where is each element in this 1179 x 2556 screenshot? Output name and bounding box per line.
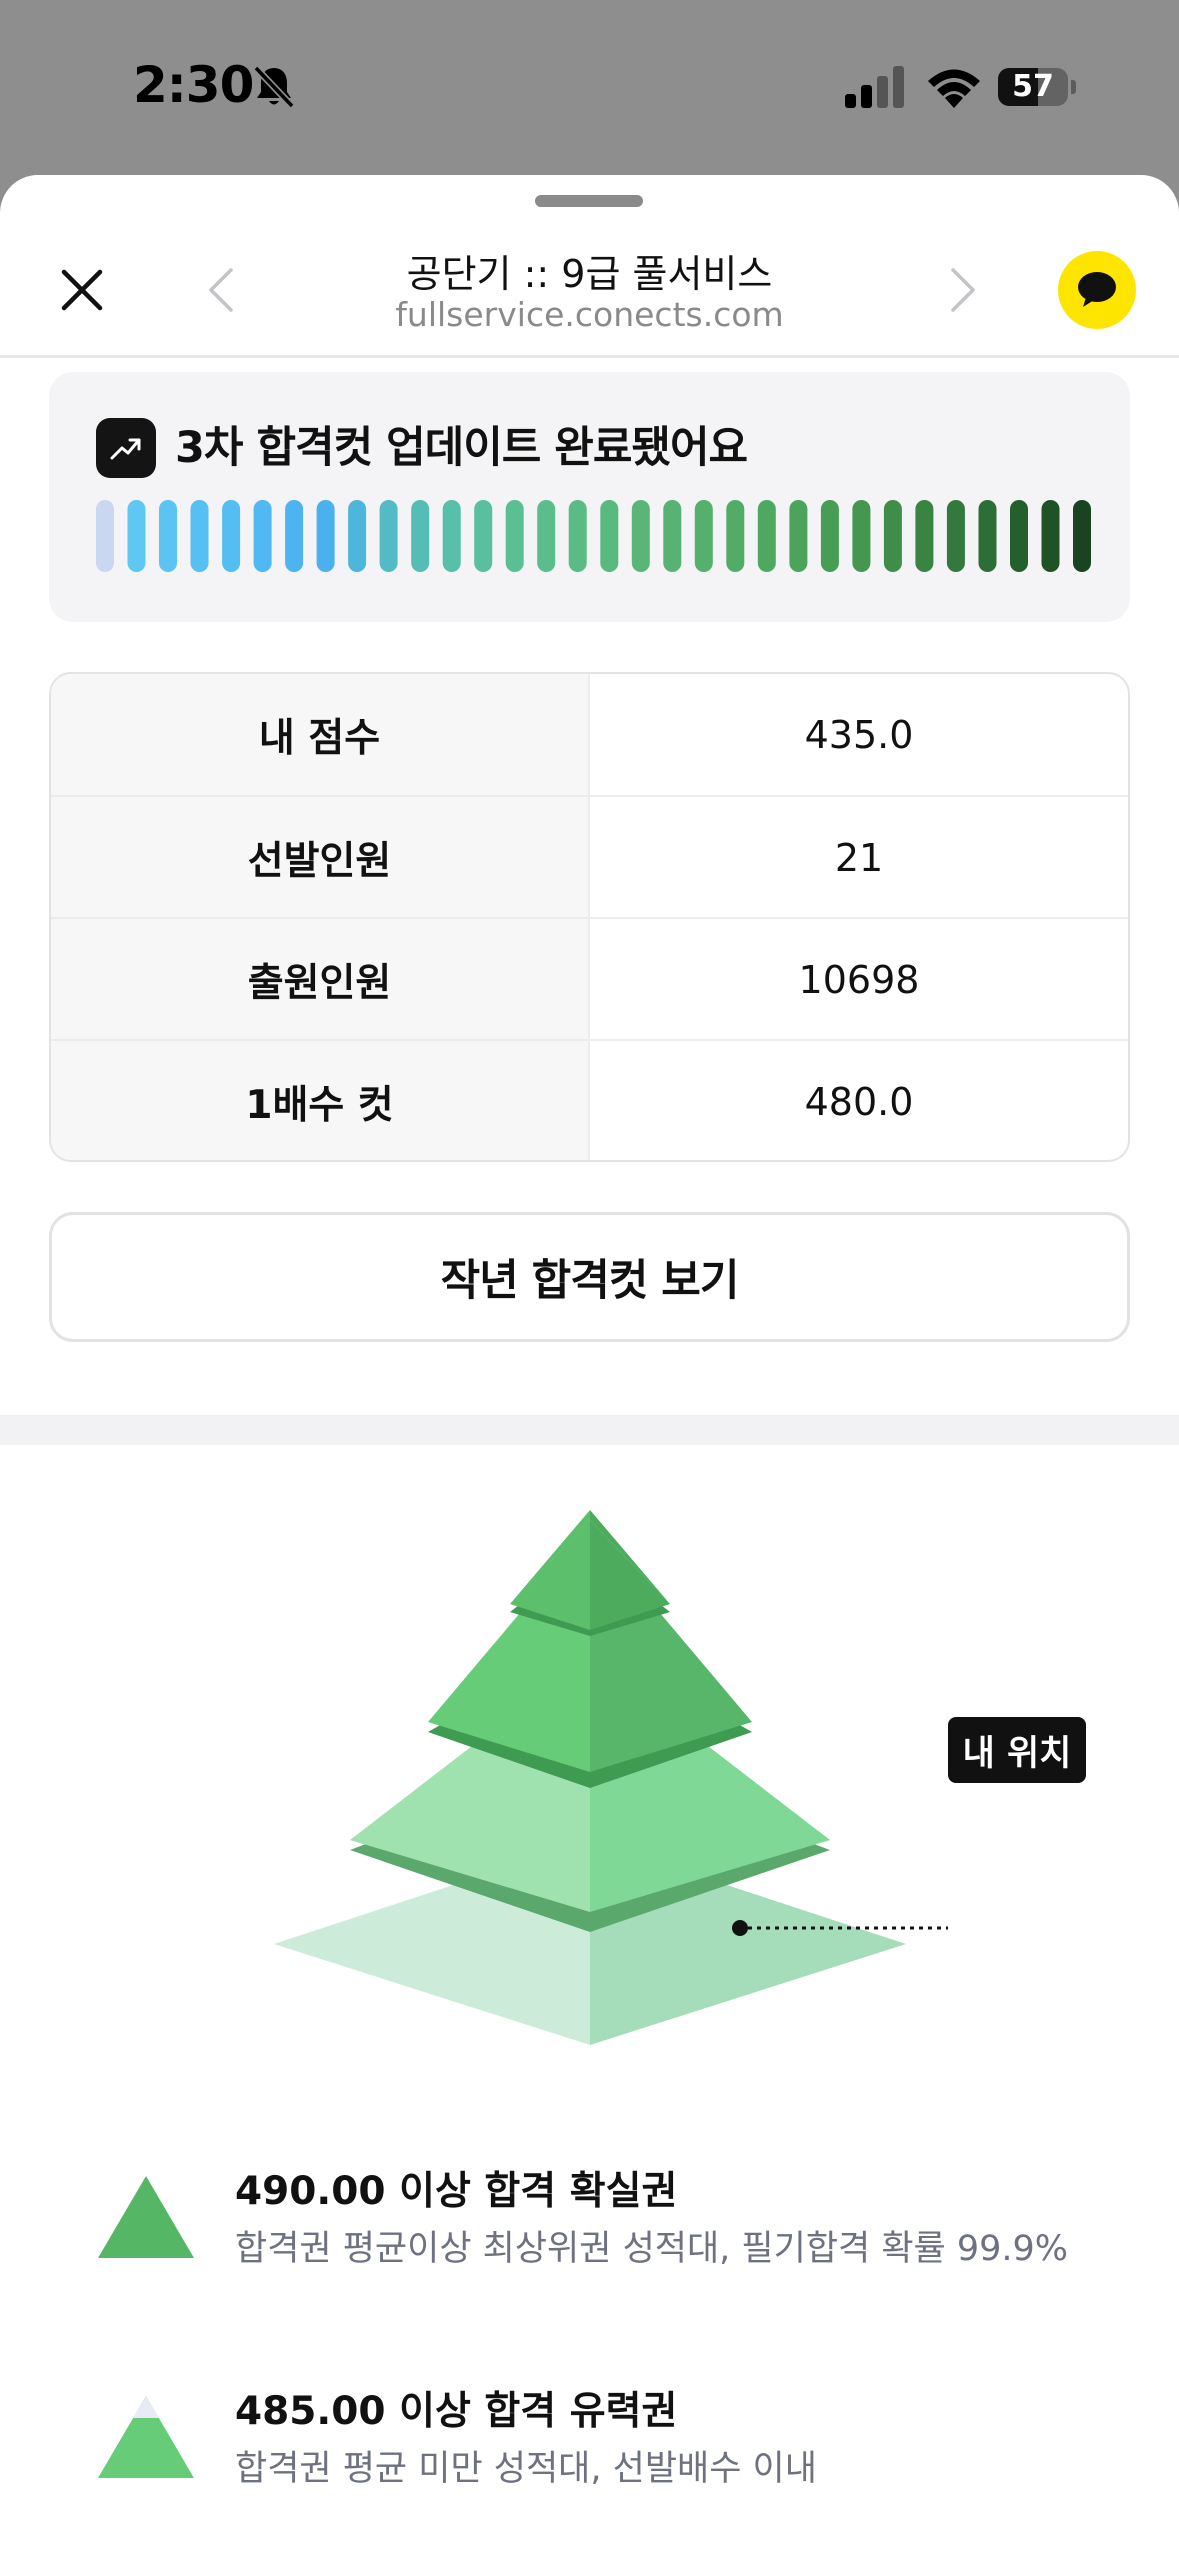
wifi-icon <box>928 69 980 108</box>
chevron-right-icon <box>951 268 975 312</box>
progress-segment <box>726 500 745 572</box>
progress-segment <box>631 500 650 572</box>
forward-button[interactable] <box>938 260 988 320</box>
triangle-partial-icon <box>98 2396 194 2478</box>
progress-segment <box>883 500 902 572</box>
kakao-chat-icon <box>1078 272 1116 307</box>
progress-segment <box>222 500 241 572</box>
row-label-my-score: 내 점수 <box>51 674 590 795</box>
progress-segment <box>411 500 430 572</box>
legend-desc: 합격권 평균 미만 성적대, 선발배수 이내 <box>235 2449 817 2489</box>
bell-slash-icon <box>253 65 295 109</box>
browser-nav-bar: 공단기 :: 9급 풀서비스 fullservice.conects.com <box>0 175 1179 358</box>
row-label-selected: 선발인원 <box>51 797 590 918</box>
progress-segment <box>1010 500 1028 572</box>
banner-icon-box <box>96 418 156 478</box>
page-url: fullservice.conects.com <box>395 295 784 334</box>
table-row: 선발인원 21 <box>51 795 1128 918</box>
progress-segment <box>505 500 524 572</box>
my-position-tag: 내 위치 <box>948 1717 1086 1783</box>
row-value-applicants: 10698 <box>798 957 920 1002</box>
progress-segment <box>789 500 808 572</box>
row-value-cutoff: 480.0 <box>804 1079 914 1124</box>
progress-segment <box>285 500 304 572</box>
legend-item: 485.00 이상 합격 유력권 합격권 평균 미만 성적대, 선발배수 이내 <box>0 2370 1179 2510</box>
page-title: 공단기 :: 9급 풀서비스 <box>406 252 773 296</box>
progress-segment <box>915 500 934 572</box>
progress-segment <box>694 500 713 572</box>
progress-segment <box>1041 500 1060 572</box>
progress-segment <box>978 500 997 572</box>
battery-percent: 57 <box>1012 69 1054 104</box>
progress-segment <box>379 500 398 572</box>
row-value-selected: 21 <box>834 835 884 880</box>
table-row: 출원인원 10698 <box>51 917 1128 1040</box>
legend-desc: 합격권 평균이상 최상위권 성적대, 필기합격 확률 99.9% <box>235 2229 1069 2269</box>
triangle-full-icon <box>98 2176 194 2258</box>
progress-segment <box>1073 500 1091 572</box>
progress-segment <box>159 500 177 572</box>
rank-pyramid <box>274 1510 948 2045</box>
signal-icon <box>845 66 904 108</box>
row-label-cutoff: 1배수 컷 <box>51 1041 590 1160</box>
progress-segment <box>442 500 461 572</box>
row-label-applicants: 출원인원 <box>51 919 590 1040</box>
progress-segment <box>757 500 776 572</box>
progress-segment <box>127 500 146 572</box>
progress-segment <box>316 500 335 572</box>
progress-segment <box>348 500 367 572</box>
table-row: 1배수 컷 480.0 <box>51 1039 1128 1160</box>
legend-title: 490.00 이상 합격 확실권 <box>235 2169 678 2214</box>
score-table: 내 점수 435.0 선발인원 21 출원인원 10698 1배수 컷 480.… <box>49 672 1130 1162</box>
row-value-my-score: 435.0 <box>804 712 914 757</box>
status-time: 2:30 <box>133 56 254 114</box>
progress-segment <box>474 500 493 572</box>
kakao-share-button[interactable] <box>1058 251 1136 329</box>
legend-title: 485.00 이상 합격 유력권 <box>235 2389 678 2434</box>
legend-item: 490.00 이상 합격 확실권 합격권 평균이상 최상위권 성적대, 필기합격… <box>0 2150 1179 2290</box>
table-row: 내 점수 435.0 <box>51 674 1128 795</box>
progress-segment <box>253 500 272 572</box>
progress-segment <box>820 500 839 572</box>
status-bar: 2:30 57 <box>0 0 1179 175</box>
banner-text: 3차 합격컷 업데이트 완료됐어요 <box>175 423 748 473</box>
progress-segment <box>852 500 871 572</box>
progress-segment <box>96 500 114 572</box>
battery-icon: 57 <box>998 68 1078 108</box>
my-position-dot <box>732 1920 748 1936</box>
progress-segment <box>946 500 965 572</box>
progress-segment <box>663 500 682 572</box>
trend-up-icon <box>110 438 141 460</box>
progress-segment <box>600 500 619 572</box>
update-banner: 3차 합격컷 업데이트 완료됐어요 <box>49 372 1130 622</box>
progress-segment <box>568 500 587 572</box>
progress-bars <box>96 500 1091 572</box>
progress-segment <box>190 500 209 572</box>
progress-segment <box>537 500 556 572</box>
